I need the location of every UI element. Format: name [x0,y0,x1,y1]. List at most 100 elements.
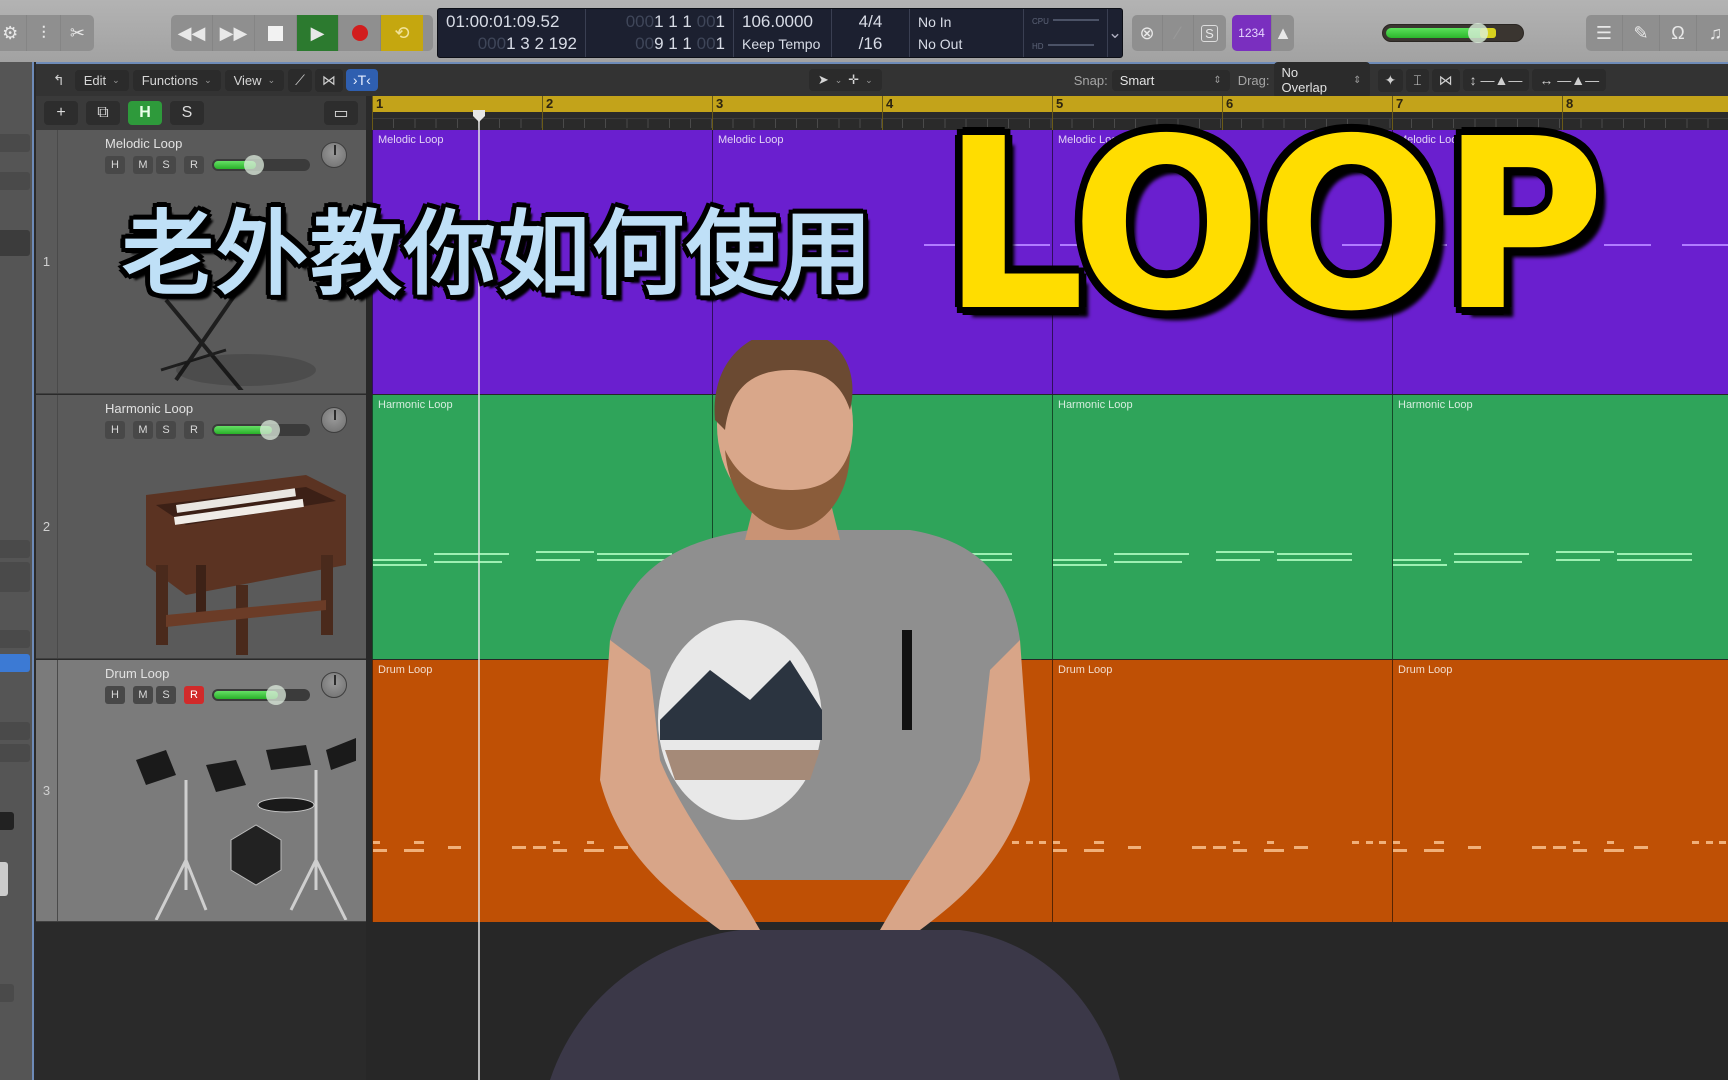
ruler-bar-4[interactable]: 4 [882,96,893,130]
inspector-field[interactable] [0,172,30,190]
mute-button[interactable]: M [133,156,153,174]
flex-icon[interactable]: ⋈ [314,68,343,92]
hide-button[interactable]: H [105,686,125,704]
inspector-field[interactable] [0,134,30,152]
ruler-bar-2[interactable]: 2 [542,96,553,130]
hide-button[interactable]: H [105,421,125,439]
hide-button[interactable]: H [105,156,125,174]
loop-browser-icon[interactable]: Ω [1660,15,1697,51]
mute-button[interactable]: M [133,686,153,704]
solo-button[interactable]: S [156,156,176,174]
solo-button[interactable]: S [156,686,176,704]
track-name[interactable]: Melodic Loop [105,136,182,151]
record-button[interactable] [339,15,381,51]
midi-note [1454,561,1523,564]
midi-note [373,558,421,561]
add-track-button[interactable]: + [44,101,78,125]
pan-knob[interactable] [321,672,347,698]
mute-button[interactable]: M [133,421,153,439]
inspector-fader[interactable] [0,862,8,896]
track-volume-handle[interactable] [266,685,286,705]
ruler-bar-3[interactable]: 3 [712,96,723,130]
record-enable-button[interactable]: R [184,421,204,439]
pointer-tool-menu[interactable]: ➤ ⌄ ✛ ⌄ [808,69,882,91]
track-volume-slider[interactable] [212,155,310,175]
ruler-bar-number: 4 [886,96,894,111]
browser-icon[interactable]: ♫ [1697,15,1728,51]
chevron-down-icon: ⌄ [204,74,212,85]
scissors-icon[interactable]: ✂ [61,15,94,51]
global-tracks-icon[interactable]: ▭ [324,101,358,125]
inspector-field[interactable] [0,540,30,558]
inspector-field[interactable] [0,562,30,592]
master-volume-handle[interactable] [1467,23,1488,43]
hd-meter [1047,43,1094,46]
track-volume-slider[interactable] [212,685,310,705]
lcd-display[interactable]: 01:00:01:09.52 0001 3 2 192 0001 1 1 001… [437,8,1123,58]
play-button[interactable]: ▶ [297,15,339,51]
instrument-icon-electronic-drum-kit [96,720,358,921]
control-bar: ⚙ ⫶ ✂ ◀◀ ▶▶ ▶ ⟲ 01:00:01:09.52 0001 3 2 … [0,0,1728,62]
notepad-icon[interactable]: ✎ [1623,15,1660,51]
overlay-title-cn: 老外教你如何使用 [122,201,875,308]
lcd-position: 01:00:01:09.52 0001 3 2 192 [438,9,586,57]
region[interactable]: Harmonic Loop [1392,395,1728,659]
inspector-value[interactable] [0,812,14,830]
inspector-toggle[interactable] [0,654,30,672]
track-volume-slider[interactable] [212,420,310,440]
midi-note [1603,243,1652,246]
solo-button[interactable]: S [156,421,176,439]
solo-tracks-button[interactable]: S [170,101,204,125]
duplicate-track-icon[interactable]: ⧉ [86,101,120,125]
list-editors-icon[interactable]: ☰ [1586,15,1623,51]
region[interactable]: Drum Loop [1392,660,1728,922]
presenter-image [550,340,1120,1080]
inspector-field[interactable] [0,984,14,1002]
view-menu[interactable]: View ⌄ [224,69,285,91]
mixer-icon[interactable]: ⫶ [27,15,61,51]
pan-knob[interactable] [321,407,347,433]
replace-icon[interactable]: ⊗ [1132,15,1163,51]
ruler-bar-1[interactable]: 1 [372,96,383,130]
tuner-icon[interactable]: ∕ [1163,15,1194,51]
master-volume-slider[interactable] [1382,23,1524,43]
track-volume-handle[interactable] [260,420,280,440]
track-header-2[interactable]: 2 Harmonic Loop HMSR [36,395,366,660]
updown-icon: ⇕ [1353,74,1362,86]
solo-tracks-label: S [181,104,193,121]
midi-note [1603,848,1625,852]
lcd-signature[interactable]: 4/4 /16 [832,9,910,57]
catch-icon[interactable]: ›T‹ [345,69,378,91]
cycle-button[interactable]: ⟲ [381,15,423,51]
track-volume-handle[interactable] [244,155,264,175]
inspector-field[interactable] [0,630,30,648]
track-name[interactable]: Drum Loop [105,666,169,681]
track-name[interactable]: Harmonic Loop [105,401,193,416]
lcd-meters: CPU HD [1024,9,1108,57]
fast-forward-button[interactable]: ▶▶ [213,15,255,51]
lcd-tempo[interactable]: 106.0000 Keep Tempo [734,9,832,57]
record-enable-button[interactable]: R [184,686,204,704]
lcd-dropdown-icon[interactable]: ⌄ [1108,9,1122,57]
stop-button[interactable] [255,15,297,51]
rewind-button[interactable]: ◀◀ [171,15,213,51]
mode-tools-group: ⊗ ∕ S [1132,15,1226,51]
hide-tracks-button[interactable]: H [128,101,162,125]
inspector-field[interactable] [0,744,30,762]
library-icon[interactable]: ⚙ [0,15,28,51]
automation-icon[interactable]: ⟋ [288,68,312,92]
midi-note [1365,840,1373,844]
inspector-field[interactable] [0,722,30,740]
metronome-icon[interactable]: ▲ [1272,15,1294,51]
inspector-header[interactable] [0,230,30,256]
view-menu-label: View [233,72,262,88]
edit-menu[interactable]: Edit ⌄ [74,69,129,91]
track-header-3[interactable]: 3 Drum Loop HMSR [36,660,366,922]
pan-knob[interactable] [321,142,347,168]
back-icon[interactable]: ↰ [46,69,72,92]
record-enable-button[interactable]: R [184,156,204,174]
cpu-meter [1052,18,1099,21]
count-in-button[interactable]: 1234 [1232,15,1272,51]
solo-mode-button[interactable]: S [1194,15,1225,51]
functions-menu[interactable]: Functions ⌄ [132,69,221,91]
